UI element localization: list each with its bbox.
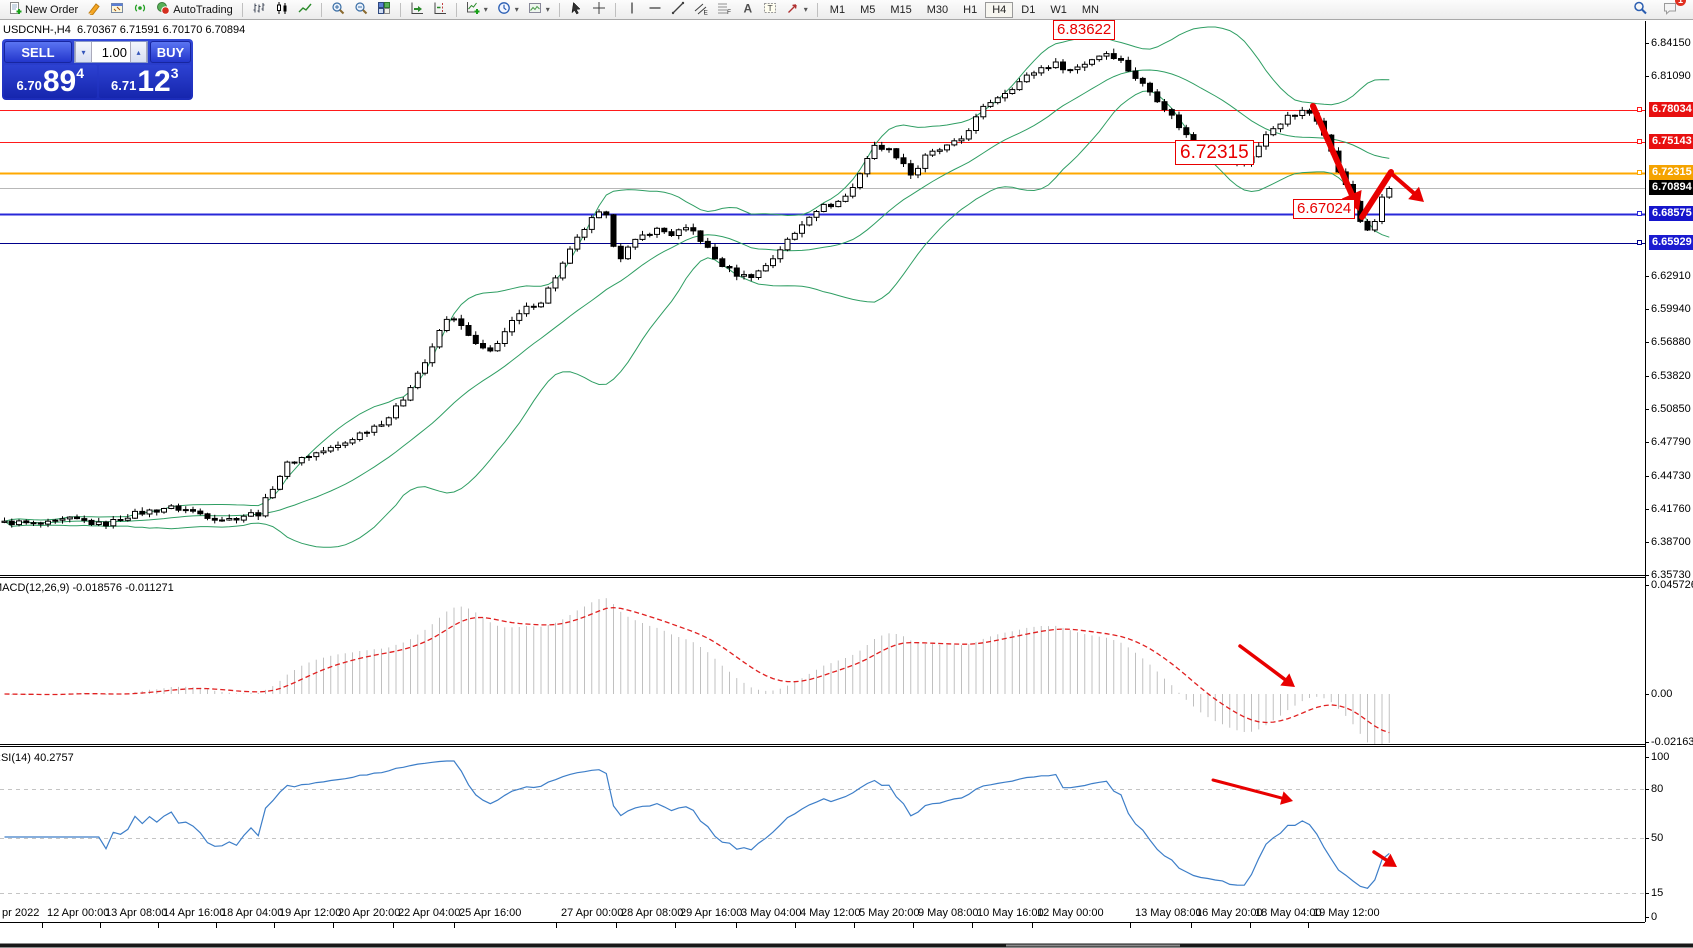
macd-indicator bbox=[5, 598, 1390, 747]
buy-price[interactable]: 6.71123 bbox=[99, 65, 192, 98]
volume-increase-button[interactable]: ▴ bbox=[130, 42, 147, 62]
bollinger-bands bbox=[5, 27, 1390, 547]
chart-ohlc-header: USDCNH-,H4 6.70367 6.71591 6.70170 6.708… bbox=[3, 24, 245, 36]
trend-arrow-line[interactable] bbox=[1240, 646, 1285, 679]
sell-button[interactable]: SELL bbox=[4, 41, 72, 63]
sell-price-main: 89 bbox=[43, 67, 76, 97]
volume-decrease-button[interactable]: ▾ bbox=[75, 42, 92, 62]
trend-arrow-line[interactable] bbox=[1374, 852, 1386, 860]
sell-price-pip: 4 bbox=[76, 65, 84, 81]
mt4-window: New OrderAutoTrading▾▾▾EFAT▾M1M5M15M30H1… bbox=[0, 0, 1693, 948]
chart-area[interactable]: USDCNH-,H4 6.70367 6.71591 6.70170 6.708… bbox=[0, 21, 1693, 948]
macd-label: MACD(12,26,9) -0.018576 -0.011271 bbox=[0, 582, 174, 594]
chart-ohlc-values: 6.70367 6.71591 6.70170 6.70894 bbox=[77, 24, 245, 36]
panel-frame bbox=[0, 21, 1693, 948]
chart-symbol: USDCNH-,H4 bbox=[3, 24, 71, 36]
chart-canvas[interactable] bbox=[0, 0, 1693, 948]
buy-price-main: 12 bbox=[137, 67, 170, 97]
annotation-arrows[interactable] bbox=[1213, 106, 1424, 867]
candles-layer bbox=[2, 49, 1392, 529]
trend-arrow-head[interactable] bbox=[1280, 791, 1293, 804]
one-click-trading-panel: SELL ▾ 1.00 ▴ BUY 6.70894 6.71123 bbox=[2, 39, 193, 100]
bollinger-lower bbox=[5, 91, 1390, 547]
bollinger-middle bbox=[5, 70, 1390, 523]
buy-price-pip: 3 bbox=[171, 65, 179, 81]
rsi-indicator bbox=[0, 761, 1645, 894]
sell-price-prefix: 6.70 bbox=[17, 78, 42, 97]
sell-price[interactable]: 6.70894 bbox=[4, 65, 97, 98]
buy-price-prefix: 6.71 bbox=[111, 78, 136, 97]
trend-arrow-line[interactable] bbox=[1213, 780, 1282, 798]
buy-button[interactable]: BUY bbox=[150, 41, 191, 63]
rsi-label: RSI(14) 40.2757 bbox=[0, 752, 74, 764]
trend-arrow-line[interactable] bbox=[1393, 175, 1414, 193]
trend-arrow-line[interactable] bbox=[1313, 106, 1352, 194]
bollinger-upper bbox=[5, 27, 1390, 521]
volume-input[interactable]: 1.00 bbox=[92, 42, 130, 62]
trend-arrow-head[interactable] bbox=[1280, 673, 1295, 687]
volume-stepper[interactable]: ▾ 1.00 ▴ bbox=[74, 41, 148, 63]
